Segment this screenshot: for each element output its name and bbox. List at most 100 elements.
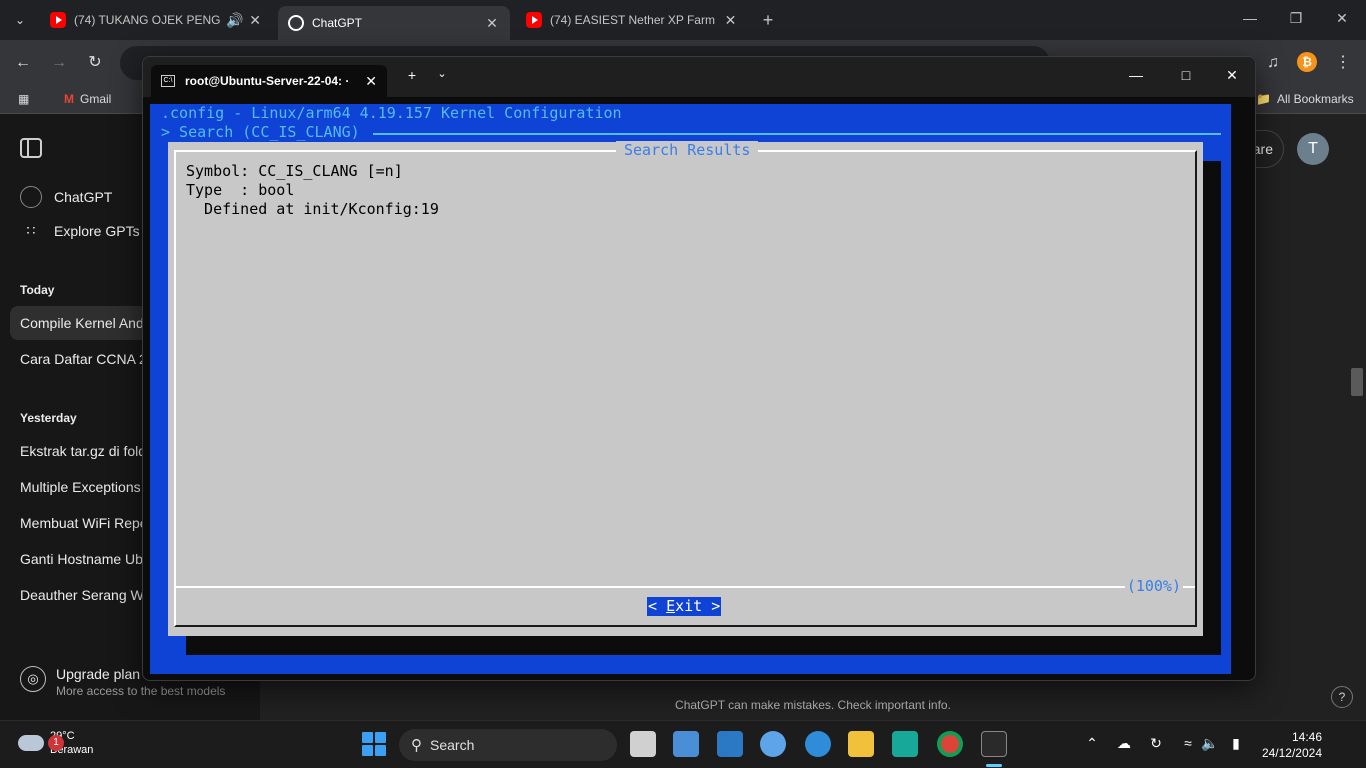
chat-history-item[interactable]: Ganti Hostname Ub xyxy=(20,551,143,567)
speaker-icon[interactable]: 🔊 xyxy=(226,12,243,29)
tab-search-chevron-icon[interactable]: ⌄ xyxy=(8,8,32,32)
terminal-icon: C:\ xyxy=(161,75,175,87)
task-view-icon[interactable] xyxy=(630,731,656,757)
battery-icon[interactable]: ▮ xyxy=(1226,735,1246,752)
edge-browser-icon[interactable] xyxy=(805,731,831,757)
apps-grid-icon[interactable]: ▦ xyxy=(18,92,29,106)
chat-history-item[interactable]: Compile Kernel And xyxy=(20,315,144,331)
sidebar-toggle-icon[interactable] xyxy=(20,138,42,158)
chrome-menu-icon[interactable]: ⋮ xyxy=(1332,52,1354,74)
snipping-tool-icon[interactable] xyxy=(717,731,743,757)
avatar[interactable]: T xyxy=(1297,133,1329,165)
all-bookmarks[interactable]: 📁 All Bookmarks xyxy=(1256,92,1354,106)
dialog-frame: Search Results Symbol: CC_IS_CLANG [=n] … xyxy=(174,141,1197,627)
tab-chatgpt[interactable]: ChatGPT ✕ xyxy=(278,6,510,40)
clock-date: 24/12/2024 xyxy=(1261,746,1322,760)
section-yesterday: Yesterday xyxy=(20,411,77,425)
media-controls-icon[interactable]: ♫ xyxy=(1262,52,1284,74)
exit-bracket-right: > xyxy=(702,597,721,615)
terminal-titlebar: C:\ root@Ubuntu-Server-22-04: · ✕ + ⌄ — … xyxy=(143,57,1255,97)
close-tab-icon[interactable]: ✕ xyxy=(484,15,500,32)
close-tab-icon[interactable]: ✕ xyxy=(723,12,738,29)
terminal-tab[interactable]: C:\ root@Ubuntu-Server-22-04: · ✕ xyxy=(151,65,387,97)
dialog-separator xyxy=(176,586,1195,588)
chatgpt-logo-icon xyxy=(20,186,42,208)
chat-history-item[interactable]: Cara Daftar CCNA 2 xyxy=(20,351,147,367)
close-window-icon[interactable]: ✕ xyxy=(1221,67,1243,84)
chat-history-item[interactable]: Ekstrak tar.gz di fold xyxy=(20,443,146,459)
page-scrollbar-thumb[interactable] xyxy=(1351,368,1363,396)
virtualbox-icon[interactable] xyxy=(760,731,786,757)
file-explorer-icon[interactable] xyxy=(848,731,874,757)
folder-icon: 📁 xyxy=(1256,92,1271,106)
tab-title: (74) EASIEST Nether XP Farm in xyxy=(550,13,717,27)
youtube-icon xyxy=(526,12,542,28)
section-today: Today xyxy=(20,283,55,297)
chat-history-item[interactable]: Multiple Exceptions xyxy=(20,479,141,495)
chat-history-item[interactable]: Membuat WiFi Repe xyxy=(20,515,148,531)
sidebar-item-chatgpt[interactable]: ChatGPT xyxy=(20,186,112,208)
exit-bracket-left: < xyxy=(648,597,667,615)
restore-icon[interactable]: ❐ xyxy=(1286,10,1306,27)
minimize-icon[interactable]: — xyxy=(1125,67,1147,83)
config-title: .config - Linux/arm64 4.19.157 Kernel Co… xyxy=(161,104,622,122)
disclaimer-text: ChatGPT can make mistakes. Check importa… xyxy=(675,698,951,712)
type-line: Type : bool xyxy=(186,181,295,199)
exit-button[interactable]: < Exit > xyxy=(647,597,722,616)
tab-youtube-ojek[interactable]: (74) TUKANG OJEK PENGKOL 🔊 ✕ xyxy=(40,6,272,34)
search-label: Search xyxy=(430,737,475,753)
chrome-icon[interactable] xyxy=(937,731,963,757)
back-arrow-icon[interactable]: ← xyxy=(12,52,34,74)
defined-at-line: Defined at init/Kconfig:19 xyxy=(186,200,439,218)
upgrade-icon: ◎ xyxy=(20,666,46,692)
dialog-title: Search Results xyxy=(616,141,759,160)
sidebar-item-explore-gpts[interactable]: ∷ Explore GPTs xyxy=(20,222,140,239)
tab-youtube-nether[interactable]: (74) EASIEST Nether XP Farm in ✕ xyxy=(516,6,748,34)
remote-desktop-icon[interactable] xyxy=(673,731,699,757)
help-button[interactable]: ? xyxy=(1331,686,1353,708)
close-tab-icon[interactable]: ✕ xyxy=(365,73,377,90)
notification-badge: 1 xyxy=(48,735,64,751)
new-tab-plus-icon[interactable]: + xyxy=(401,67,423,83)
minimize-icon[interactable]: — xyxy=(1240,10,1260,26)
volume-icon[interactable]: 🔈 xyxy=(1200,735,1220,752)
forward-arrow-icon[interactable]: → xyxy=(48,52,70,74)
search-results-dialog: Search Results Symbol: CC_IS_CLANG [=n] … xyxy=(168,141,1203,636)
bitcoin-extension-icon[interactable]: ₿ xyxy=(1297,52,1317,72)
wifi-icon[interactable]: ≈ xyxy=(1178,735,1198,751)
show-hidden-icons-chevron-icon[interactable]: ⌃ xyxy=(1082,735,1102,752)
update-icon[interactable]: ↻ xyxy=(1146,735,1166,752)
windows-start-icon[interactable] xyxy=(361,731,387,757)
bookmark-label: All Bookmarks xyxy=(1276,92,1354,106)
menuconfig-screen: .config - Linux/arm64 4.19.157 Kernel Co… xyxy=(150,104,1231,674)
terminal-app-icon[interactable] xyxy=(981,731,1007,757)
search-icon: ⚲ xyxy=(411,737,422,754)
exit-hotkey: E xyxy=(666,597,676,615)
maximize-icon[interactable]: □ xyxy=(1175,67,1197,83)
close-window-icon[interactable]: ✕ xyxy=(1332,10,1352,27)
close-tab-icon[interactable]: ✕ xyxy=(248,12,262,29)
exit-label: xit xyxy=(675,597,703,615)
new-tab-plus-icon[interactable]: + xyxy=(758,10,778,30)
symbol-line: Symbol: CC_IS_CLANG [=n] xyxy=(186,162,403,180)
weather-widget[interactable]: 1 29°C Berawan xyxy=(18,729,93,757)
breadcrumb-rule xyxy=(373,133,1221,135)
bookmark-gmail[interactable]: M Gmail xyxy=(64,92,111,106)
clock-time: 14:46 xyxy=(1291,730,1322,744)
breadcrumb: > Search (CC_IS_CLANG) xyxy=(161,123,360,141)
tab-title: (74) TUKANG OJEK PENGKOL xyxy=(74,13,221,27)
active-app-indicator xyxy=(986,764,1002,767)
bookmark-label: Gmail xyxy=(80,92,112,106)
powertoys-icon[interactable] xyxy=(892,731,918,757)
scroll-percent: (100%) xyxy=(1124,577,1183,596)
system-clock[interactable]: 14:46 24/12/2024 xyxy=(1258,729,1322,761)
cloud-icon xyxy=(18,735,44,751)
taskbar: 1 29°C Berawan ⚲ Search ⌃ ☁ ↻ ≈ 🔈 ▮ 14:4… xyxy=(0,720,1366,768)
youtube-icon xyxy=(50,12,66,28)
dropdown-chevron-icon[interactable]: ⌄ xyxy=(431,67,453,80)
sidebar-item-label: ChatGPT xyxy=(54,189,113,205)
taskbar-search[interactable]: ⚲ Search xyxy=(399,729,617,761)
cloud-sync-icon[interactable]: ☁ xyxy=(1114,735,1134,752)
chat-history-item[interactable]: Deauther Serang W xyxy=(20,587,144,603)
reload-icon[interactable]: ↻ xyxy=(84,52,106,74)
